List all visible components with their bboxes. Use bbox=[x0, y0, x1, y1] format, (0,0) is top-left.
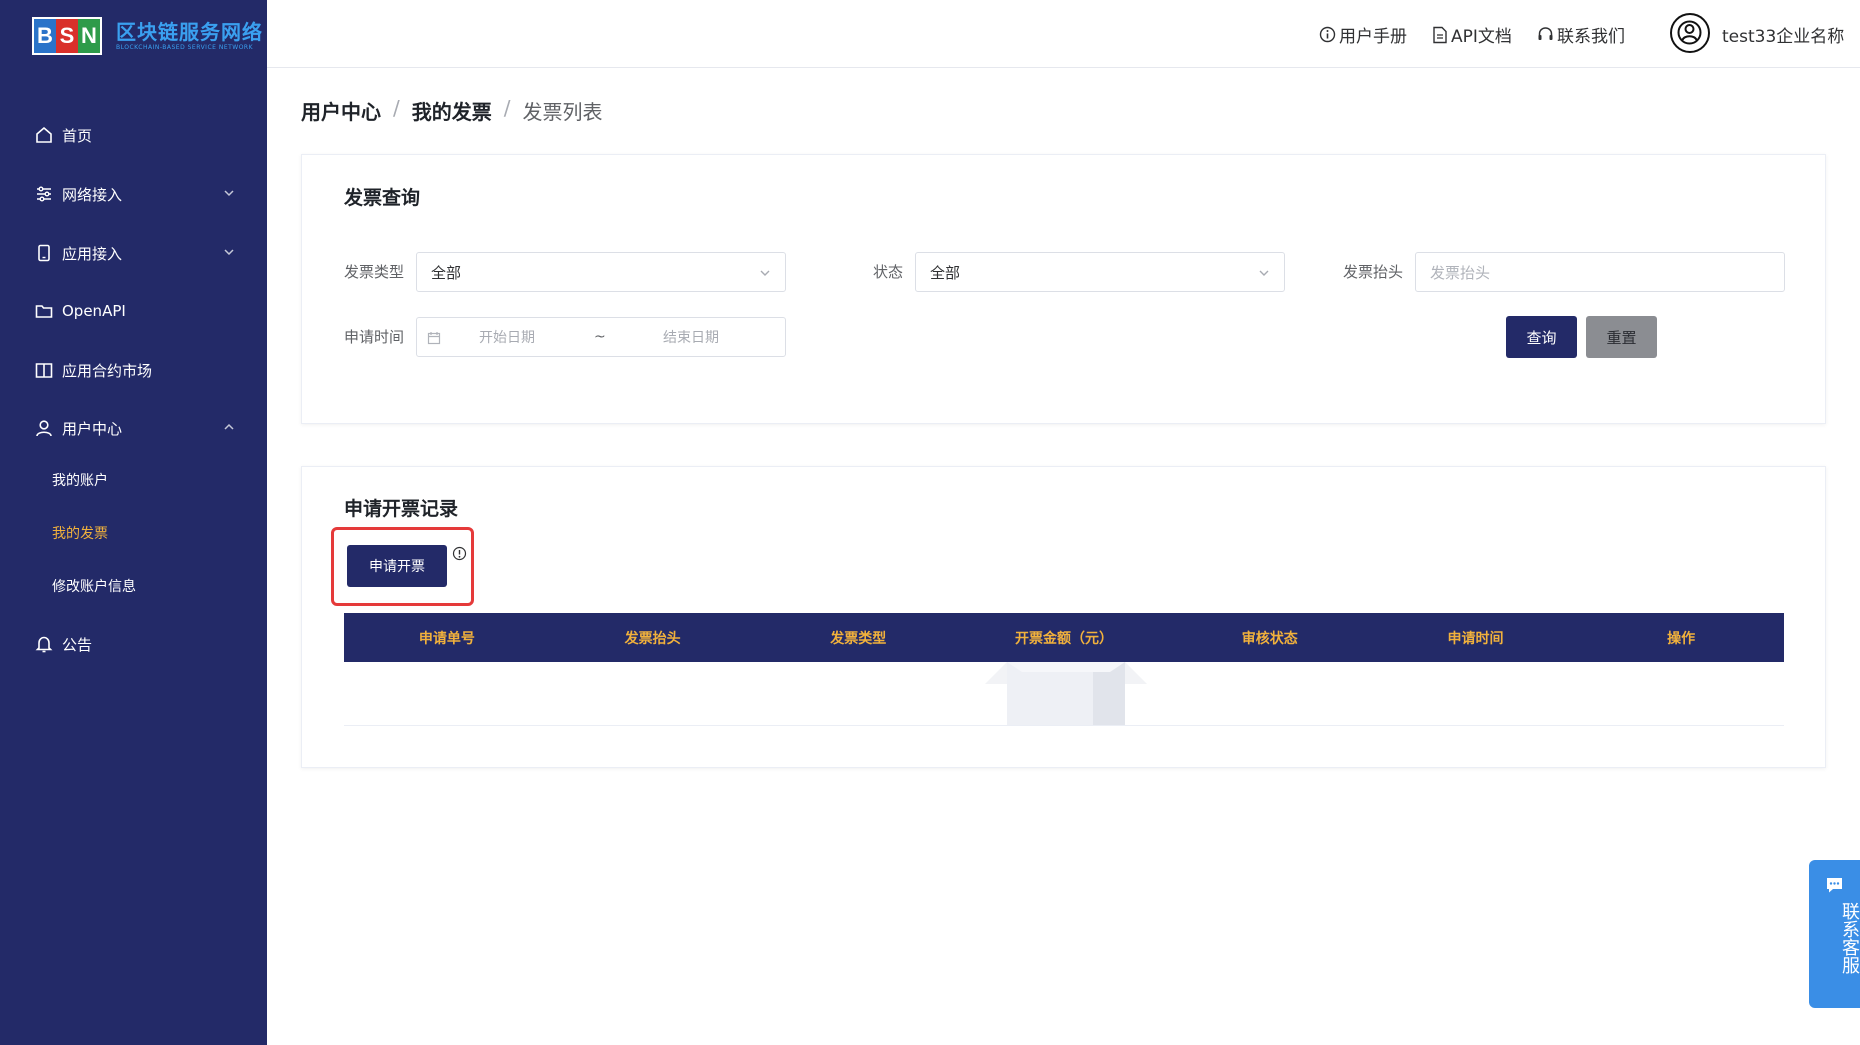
status-label: 状态 bbox=[873, 263, 904, 281]
chevron-up-icon bbox=[224, 423, 234, 430]
sidebar: B S N 区块链服务网络 BLOCKCHAIN-BASED SERVICE N… bbox=[0, 0, 267, 1045]
user-icon bbox=[36, 420, 52, 437]
column-header-invoice-type: 发票类型 bbox=[830, 630, 887, 647]
bell-icon bbox=[35, 636, 53, 653]
sidebar-item-label: OpenAPI bbox=[62, 302, 126, 320]
folder-icon bbox=[35, 305, 53, 318]
sidebar-item-label: 首页 bbox=[62, 126, 93, 145]
invoice-title-input[interactable]: 发票抬头 bbox=[1415, 252, 1785, 292]
chat-bubble-icon bbox=[1827, 878, 1842, 893]
logo-letter-s: S bbox=[56, 19, 78, 53]
sidebar-item-network-access[interactable]: 网络接入 bbox=[0, 174, 267, 214]
api-docs-label: API文档 bbox=[1451, 27, 1512, 47]
sidebar-item-label: 用户中心 bbox=[62, 419, 123, 438]
column-header-apply-time: 申请时间 bbox=[1447, 630, 1504, 647]
api-docs-link[interactable]: API文档 bbox=[1432, 22, 1512, 47]
records-card-title: 申请开票记录 bbox=[344, 498, 459, 520]
column-header-review-status: 审核状态 bbox=[1241, 630, 1298, 647]
reset-button[interactable]: 重置 bbox=[1586, 316, 1657, 358]
document-icon bbox=[1433, 26, 1447, 43]
sidebar-item-contract-market[interactable]: 应用合约市场 bbox=[0, 350, 267, 390]
top-header: 用户手册 API文档 联系我们 test33企业名称 bbox=[267, 0, 1860, 68]
date-range-separator: ~ bbox=[594, 329, 606, 345]
chevron-down-icon bbox=[224, 190, 234, 197]
sidebar-item-app-access[interactable]: 应用接入 bbox=[0, 233, 267, 273]
apply-time-label: 申请时间 bbox=[344, 328, 405, 346]
sidebar-item-home[interactable]: 首页 bbox=[0, 115, 267, 155]
sidebar-subitem-my-account[interactable]: 我的账户 bbox=[52, 466, 108, 496]
info-tip-icon[interactable] bbox=[452, 546, 467, 561]
invoice-title-placeholder: 发票抬头 bbox=[1430, 263, 1491, 282]
apply-date-range-picker[interactable]: 开始日期 ~ 结束日期 bbox=[416, 317, 786, 357]
breadcrumb-separator: / bbox=[393, 96, 400, 120]
empty-box-icon bbox=[985, 662, 1147, 726]
sidebar-item-label: 公告 bbox=[62, 635, 93, 654]
headset-icon bbox=[1538, 27, 1553, 40]
apply-invoice-button[interactable]: 申请开票 bbox=[347, 545, 447, 587]
chevron-down-icon bbox=[224, 249, 234, 256]
info-circle-icon bbox=[1319, 26, 1336, 43]
breadcrumb: 用户中心 / 我的发票 / 发票列表 bbox=[301, 96, 603, 125]
sidebar-item-label: 应用合约市场 bbox=[62, 361, 153, 380]
column-header-invoice-title: 发票抬头 bbox=[624, 630, 681, 647]
chevron-down-icon bbox=[1259, 270, 1269, 276]
invoice-type-label: 发票类型 bbox=[344, 263, 405, 281]
contact-us-label: 联系我们 bbox=[1557, 27, 1625, 47]
user-manual-link[interactable]: 用户手册 bbox=[1319, 22, 1407, 47]
contact-us-link[interactable]: 联系我们 bbox=[1537, 22, 1625, 47]
sidebar-item-label: 应用接入 bbox=[62, 244, 123, 263]
logo-subtitle: BLOCKCHAIN-BASED SERVICE NETWORK bbox=[116, 44, 254, 51]
invoice-type-select[interactable]: 全部 bbox=[416, 252, 786, 292]
invoice-title-label: 发票抬头 bbox=[1343, 263, 1404, 281]
logo-letter-b: B bbox=[34, 19, 56, 53]
avatar[interactable] bbox=[1670, 13, 1710, 53]
start-date-input[interactable]: 开始日期 bbox=[479, 327, 535, 347]
user-manual-label: 用户手册 bbox=[1339, 27, 1407, 47]
breadcrumb-invoice-list: 发票列表 bbox=[522, 100, 603, 124]
status-value: 全部 bbox=[930, 263, 961, 282]
query-card-title: 发票查询 bbox=[344, 187, 421, 209]
invoice-query-card: 发票查询 发票类型 全部 状态 全部 发票抬头 发票抬头 申请时间 开始日期 ~… bbox=[301, 154, 1826, 424]
logo-title: 区块链服务网络 bbox=[116, 20, 263, 44]
sidebar-subitem-my-invoice[interactable]: 我的发票 bbox=[52, 519, 108, 549]
contact-service-float-button[interactable]: 联系客服 bbox=[1809, 860, 1860, 1008]
column-header-actions: 操作 bbox=[1667, 630, 1696, 647]
bsn-logo[interactable]: B S N 区块链服务网络 BLOCKCHAIN-BASED SERVICE N… bbox=[32, 17, 263, 55]
status-select[interactable]: 全部 bbox=[915, 252, 1285, 292]
chevron-down-icon bbox=[760, 270, 770, 276]
breadcrumb-user-center[interactable]: 用户中心 bbox=[301, 96, 381, 125]
table-divider bbox=[344, 725, 1784, 726]
sidebar-item-openapi[interactable]: OpenAPI bbox=[0, 291, 267, 331]
logo-letter-n: N bbox=[78, 19, 100, 53]
sliders-icon bbox=[37, 186, 51, 202]
sidebar-item-label: 网络接入 bbox=[62, 185, 123, 204]
search-button[interactable]: 查询 bbox=[1506, 316, 1577, 358]
sidebar-subitem-edit-account[interactable]: 修改账户信息 bbox=[52, 572, 136, 602]
user-avatar-icon bbox=[1677, 20, 1702, 45]
home-icon bbox=[36, 126, 52, 143]
contact-service-label: 联系客服 bbox=[1839, 902, 1860, 974]
user-name[interactable]: test33企业名称 bbox=[1722, 22, 1844, 47]
column-header-amount: 开票金额（元） bbox=[1015, 630, 1114, 647]
breadcrumb-separator: / bbox=[503, 96, 511, 120]
column-header-order-no: 申请单号 bbox=[418, 630, 475, 647]
records-table-header: 申请单号 发票抬头 发票类型 开票金额（元） 审核状态 申请时间 操作 bbox=[344, 613, 1784, 662]
sidebar-item-announcement[interactable]: 公告 bbox=[0, 624, 267, 664]
sidebar-item-user-center[interactable]: 用户中心 bbox=[0, 408, 267, 448]
invoice-type-value: 全部 bbox=[431, 263, 462, 282]
calendar-icon bbox=[427, 332, 441, 345]
tablet-icon bbox=[38, 244, 50, 262]
end-date-input[interactable]: 结束日期 bbox=[663, 327, 719, 347]
breadcrumb-my-invoice[interactable]: 我的发票 bbox=[412, 96, 492, 125]
logo-mark: B S N bbox=[32, 17, 102, 55]
book-icon bbox=[35, 363, 53, 378]
